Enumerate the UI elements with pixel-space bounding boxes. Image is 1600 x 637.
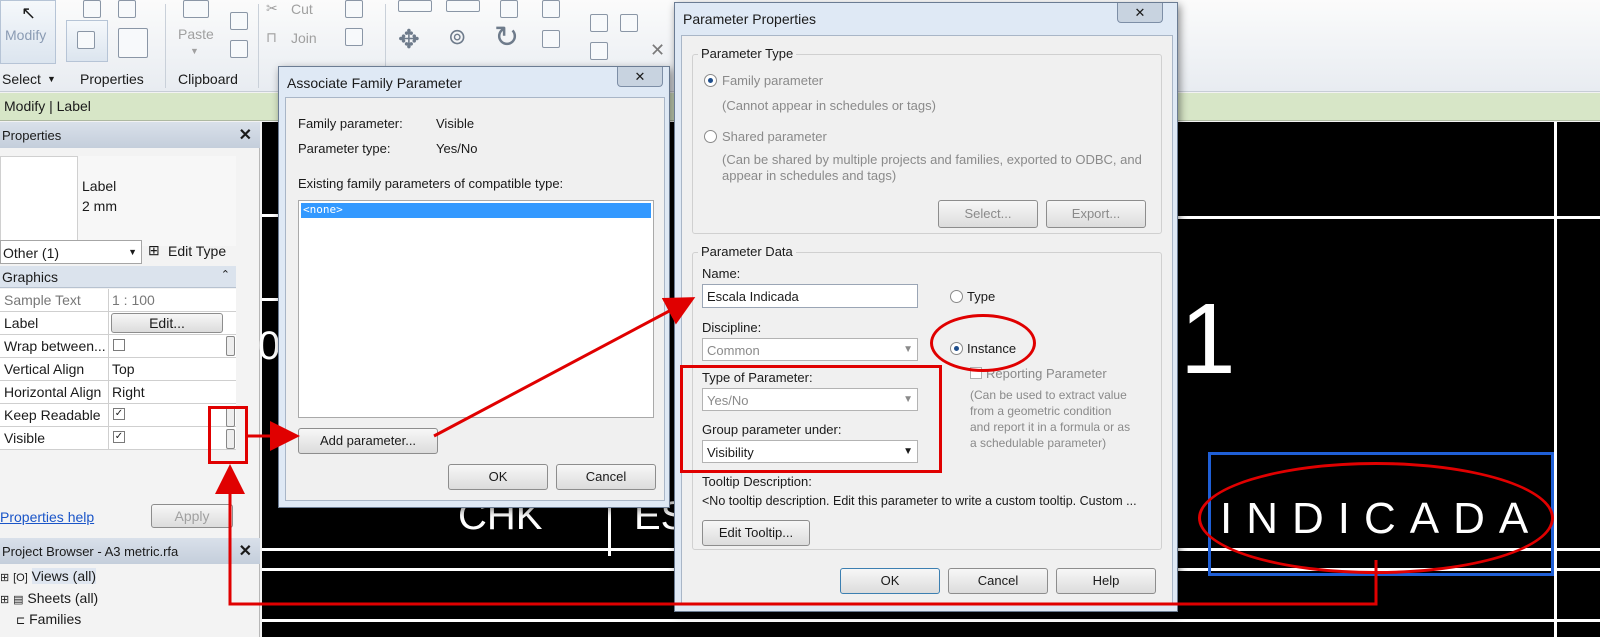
annotation-arrows — [215, 297, 1378, 606]
